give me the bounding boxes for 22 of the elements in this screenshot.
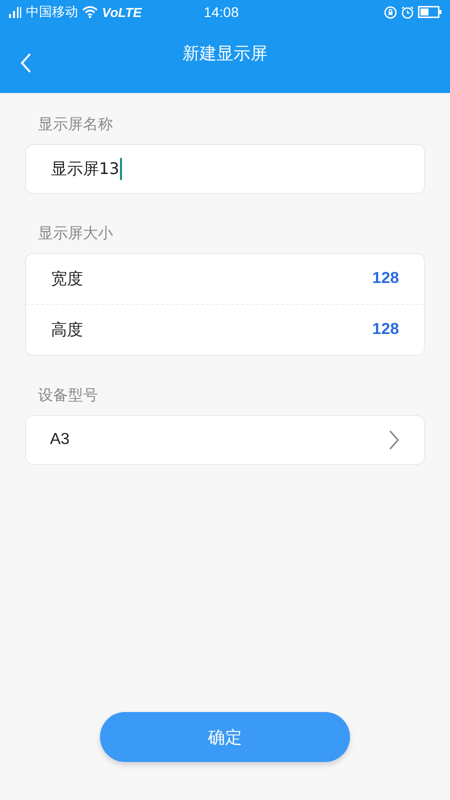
rotation-lock-icon	[384, 6, 397, 18]
carrier-name: 中国移动	[26, 4, 78, 21]
row-label: 宽度	[51, 268, 83, 290]
wifi-icon	[82, 6, 98, 18]
section-label: 显示屏名称	[37, 114, 114, 135]
confirm-button[interactable]: 确定	[100, 712, 350, 762]
text-cursor	[120, 158, 122, 180]
battery-icon	[418, 6, 442, 18]
alarm-icon	[401, 6, 414, 18]
network-label: VoLTE	[102, 4, 142, 20]
section-label: 显示屏大小	[37, 223, 114, 244]
row-value[interactable]: 128	[372, 270, 399, 288]
back-icon	[20, 52, 32, 74]
section-label: 设备型号	[37, 385, 99, 406]
signal-icon	[8, 6, 22, 18]
chevron-right-icon	[388, 429, 400, 451]
name-field[interactable]: 显示屏13	[25, 144, 425, 194]
row-label: 高度	[51, 320, 83, 340]
row-value[interactable]: 128	[372, 321, 399, 339]
page-title: 新建显示屏	[182, 43, 268, 65]
clock-time: 14:08	[204, 4, 239, 20]
model-select[interactable]: A3	[25, 415, 425, 465]
